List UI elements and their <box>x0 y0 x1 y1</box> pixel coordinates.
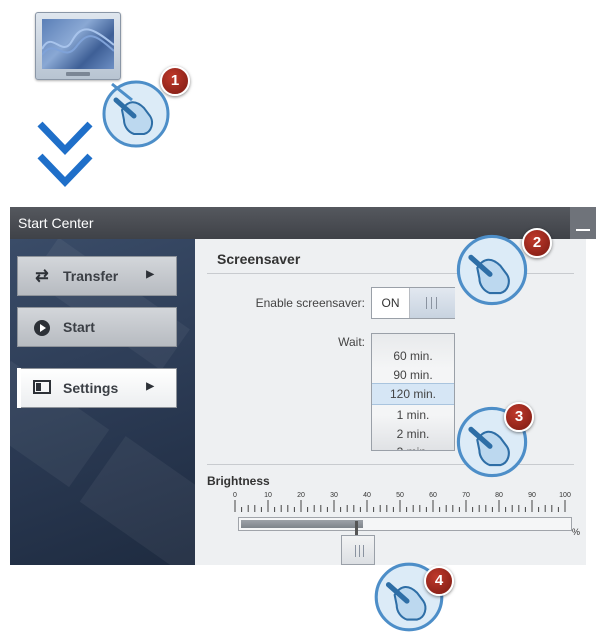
callout-badge-1: 1 <box>160 66 190 96</box>
enable-screensaver-label: Enable screensaver: <box>255 296 365 310</box>
play-icon <box>33 319 51 337</box>
brightness-ruler: 0 10 20 30 40 50 60 70 80 90 100 <box>233 492 571 512</box>
toggle-state-label: ON <box>372 288 410 318</box>
transfer-icon: ⇄ <box>35 268 49 285</box>
window-title: Start Center <box>18 215 94 231</box>
enable-screensaver-toggle[interactable]: ON <box>371 287 455 319</box>
submenu-arrow-icon: ▶ <box>146 381 154 392</box>
callout-badge-4: 4 <box>424 566 454 596</box>
callout-badge-2: 2 <box>522 228 552 258</box>
list-item[interactable]: 90 min. <box>372 365 454 385</box>
wait-time-list[interactable]: 60 min. 90 min. 120 min. 1 min. 2 min. 3… <box>371 333 455 451</box>
ruler-tick-label: 10 <box>264 492 272 499</box>
settings-panel-icon <box>33 380 51 398</box>
screensaver-heading: Screensaver <box>217 251 301 267</box>
percent-unit-label: % <box>572 527 581 537</box>
ruler-tick-label: 60 <box>429 492 437 499</box>
sidebar-item-label: Settings <box>63 380 119 396</box>
callout-badge-3: 3 <box>504 402 534 432</box>
app-icon-stand <box>66 72 90 76</box>
list-item[interactable]: 2 min. <box>372 424 454 444</box>
ruler-tick-label: 0 <box>233 492 237 499</box>
list-item[interactable]: 3 min. <box>372 442 454 450</box>
app-icon-screen <box>41 19 115 69</box>
ruler-tick-label: 50 <box>396 492 404 499</box>
ruler-tick-label: 70 <box>462 492 470 499</box>
background-facet <box>79 436 195 565</box>
sidebar-item-label: Start <box>63 319 95 335</box>
brightness-slider-track[interactable] <box>238 517 572 531</box>
sidebar-item-settings[interactable]: Settings ▶ <box>17 368 177 408</box>
wait-label: Wait: <box>338 335 365 349</box>
sidebar-item-start[interactable]: Start <box>17 307 177 347</box>
brightness-slider-fill <box>241 520 364 528</box>
ruler-tick-label: 80 <box>495 492 503 499</box>
ruler-tick-label: 20 <box>297 492 305 499</box>
list-item[interactable]: 60 min. <box>372 346 454 366</box>
list-item-selected[interactable]: 120 min. <box>372 383 454 405</box>
ruler-tick-label: 40 <box>363 492 371 499</box>
sidebar-item-label: Transfer <box>63 268 119 284</box>
wave-graphic-icon <box>41 28 115 56</box>
sidebar: ⇄ Transfer ▶ Start Settings ▶ <box>10 239 195 565</box>
ruler-tick-label: 100 <box>559 492 571 499</box>
minimize-button[interactable] <box>570 207 596 239</box>
sidebar-item-transfer[interactable]: ⇄ Transfer ▶ <box>17 256 177 296</box>
submenu-arrow-icon: ▶ <box>146 269 154 280</box>
toggle-knob[interactable] <box>410 288 455 318</box>
double-arrow-down-icon <box>37 121 93 188</box>
ruler-tick-label: 90 <box>528 492 536 499</box>
ruler-tick-label: 30 <box>330 492 338 499</box>
brightness-heading: Brightness <box>207 474 270 488</box>
list-item[interactable]: 1 min. <box>372 405 454 425</box>
